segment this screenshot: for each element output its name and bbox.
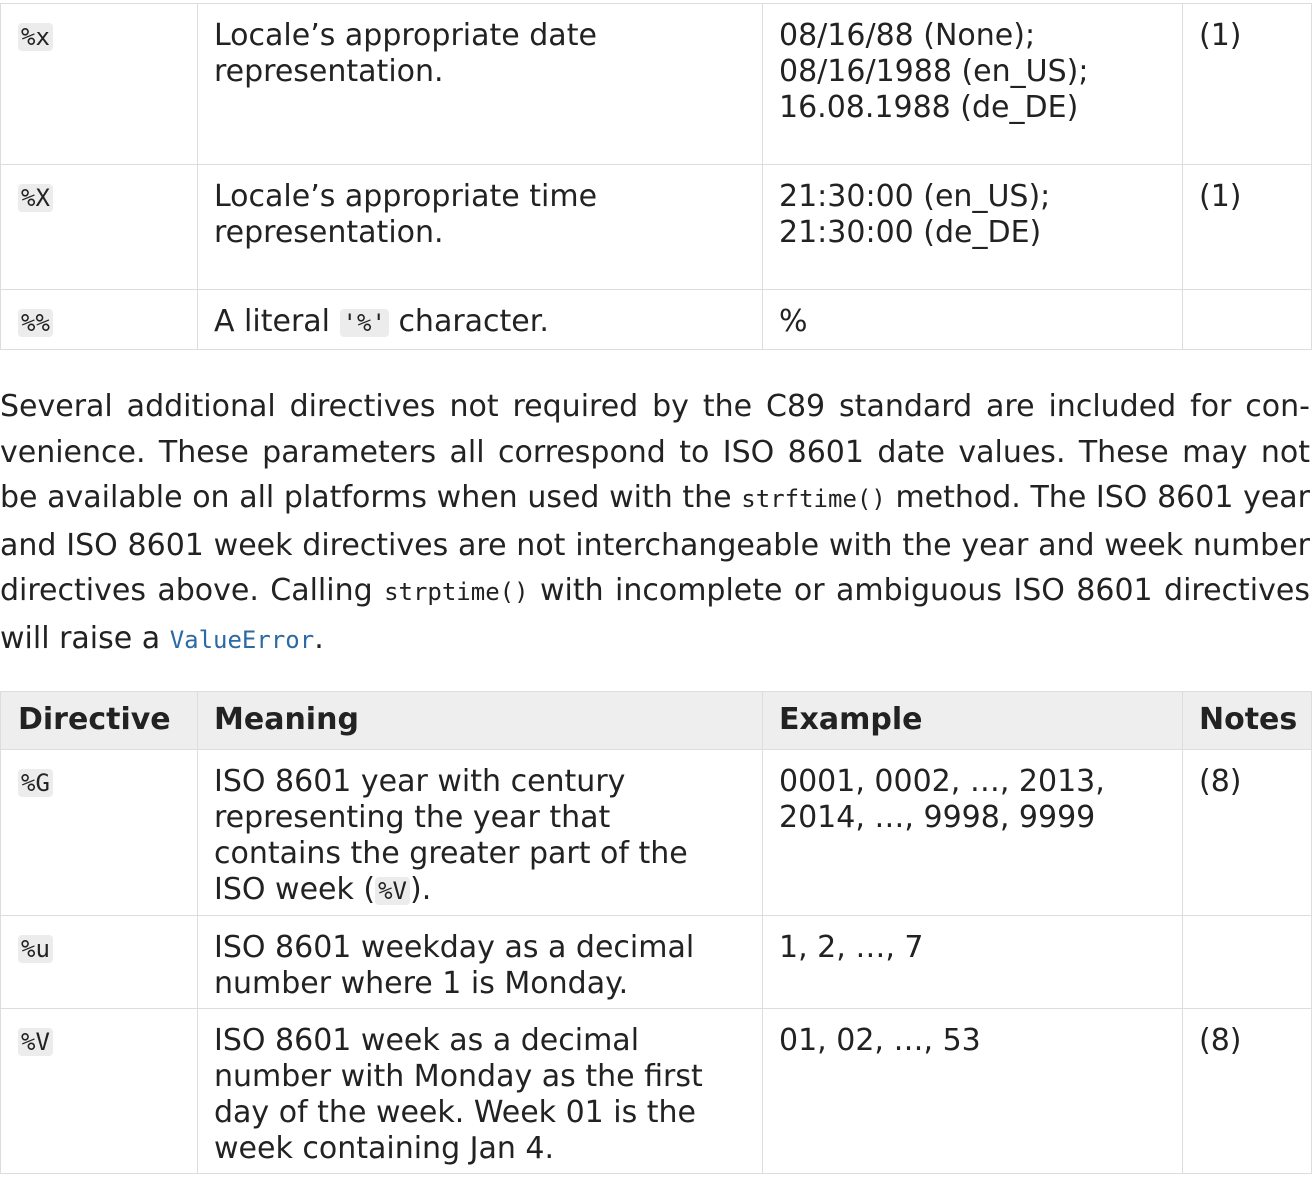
notes-text: (1) — [1199, 179, 1242, 214]
example-cell: 01, 02, …, 53 — [762, 1008, 1183, 1174]
notes-text: (8) — [1199, 1023, 1242, 1058]
directive-cell: %V — [0, 1008, 198, 1174]
example-line: 1, 2, …, 7 — [779, 930, 924, 965]
header-meaning: Meaning — [197, 691, 763, 750]
meaning-line: representation. — [214, 54, 444, 89]
meaning-cell: Locale’s appropriate date representation… — [197, 3, 763, 165]
directive-code: %V — [18, 1028, 53, 1056]
table-header-row: Directive Meaning Example Notes — [0, 691, 1312, 750]
meaning-line: number where 1 is Monday. — [214, 966, 629, 1001]
iso-directives-table: Directive Meaning Example Notes %G ISO 8… — [0, 691, 1312, 1174]
directive-cell: %x — [0, 3, 198, 165]
directive-code: %G — [18, 769, 53, 797]
notes-text: (1) — [1199, 18, 1242, 53]
directive-code: %% — [18, 309, 53, 337]
meaning-text: ). — [410, 872, 432, 907]
notes-cell: (8) — [1182, 749, 1312, 916]
directive-code: %u — [18, 935, 53, 963]
example-line: % — [779, 304, 808, 339]
table-row: %u ISO 8601 weekday as a decimal number … — [0, 915, 1312, 1009]
notes-cell: (1) — [1182, 164, 1312, 290]
table-row: %X Locale’s appropriate time representat… — [0, 164, 1312, 290]
valueerror-link[interactable]: ValueError — [170, 626, 315, 654]
example-cell: 1, 2, …, 7 — [762, 915, 1183, 1009]
meaning-line: Locale’s appropriate time — [214, 179, 598, 214]
example-line: 16.08.1988 (de_DE) — [779, 90, 1079, 125]
directive-cell: %X — [0, 164, 198, 290]
meaning-cell: Locale’s appropriate time representation… — [197, 164, 763, 290]
meaning-line: representation. — [214, 215, 444, 250]
table-row: %% A literal '%' character. % — [0, 289, 1312, 350]
week-code: %V — [375, 877, 411, 905]
strptime-code: strptime() — [384, 578, 529, 606]
notes-cell: (8) — [1182, 1008, 1312, 1174]
meaning-line: number with Monday as the first — [214, 1059, 703, 1094]
meaning-line: day of the week. Week 01 is the — [214, 1095, 697, 1130]
strftime-code: strftime() — [741, 485, 886, 513]
directive-cell: %G — [0, 749, 198, 916]
example-cell: % — [762, 289, 1183, 350]
example-cell: 21:30:00 (en_US); 21:30:00 (de_DE) — [762, 164, 1183, 290]
meaning-text: ISO week ( — [214, 872, 376, 907]
example-cell: 0001, 0002, …, 2013, 2014, …, 9998, 9999 — [762, 749, 1183, 916]
directive-code: %x — [18, 23, 53, 51]
header-directive: Directive — [0, 691, 198, 750]
meaning-line: ISO 8601 weekday as a decimal — [214, 930, 695, 965]
table-row: %x Locale’s appropriate date representat… — [0, 3, 1312, 165]
meaning-line: ISO week (%V). — [214, 872, 746, 909]
table-row: %G ISO 8601 year with century representi… — [0, 749, 1312, 916]
header-notes: Notes — [1182, 691, 1312, 750]
meaning-line: ISO 8601 week as a decimal — [214, 1023, 640, 1058]
meaning-text: character. — [388, 304, 549, 339]
notes-cell: (1) — [1182, 3, 1312, 165]
example-line: 08/16/88 (None); — [779, 18, 1036, 53]
page: %x Locale’s appropriate date representat… — [0, 0, 1312, 1178]
notes-cell — [1182, 289, 1312, 350]
example-line: 21:30:00 (de_DE) — [779, 215, 1042, 250]
example-line: 2014, …, 9998, 9999 — [779, 800, 1096, 835]
directive-cell: %u — [0, 915, 198, 1009]
example-line: 08/16/1988 (en_US); — [779, 54, 1089, 89]
notes-cell — [1182, 915, 1312, 1009]
meaning-text: A literal — [214, 304, 340, 339]
meaning-cell: ISO 8601 weekday as a decimal number whe… — [197, 915, 763, 1009]
directive-code: %X — [18, 184, 53, 212]
table-row: %V ISO 8601 week as a decimal number wit… — [0, 1008, 1312, 1174]
example-line: 21:30:00 (en_US); — [779, 179, 1051, 214]
paragraph-text: . — [314, 620, 324, 656]
meaning-line: contains the greater part of the — [214, 836, 688, 871]
literal-code: '%' — [339, 309, 389, 337]
example-cell: 08/16/88 (None); 08/16/1988 (en_US); 16.… — [762, 3, 1183, 165]
directive-cell: %% — [0, 289, 198, 350]
meaning-cell: ISO 8601 year with century representing … — [197, 749, 763, 916]
meaning-cell: A literal '%' character. — [197, 289, 763, 350]
notes-text: (8) — [1199, 764, 1242, 799]
meaning-line: representing the year that — [214, 800, 611, 835]
strftime-directives-table: %x Locale’s appropriate date representat… — [0, 3, 1312, 350]
iso-directives-paragraph: Several additional directives not requir… — [0, 384, 1310, 663]
meaning-line: week containing Jan 4. — [214, 1131, 555, 1166]
meaning-cell: ISO 8601 week as a decimal number with M… — [197, 1008, 763, 1174]
meaning-line: Locale’s appropriate date — [214, 18, 597, 53]
example-line: 0001, 0002, …, 2013, — [779, 764, 1105, 799]
header-example: Example — [762, 691, 1183, 750]
example-line: 01, 02, …, 53 — [779, 1023, 981, 1058]
meaning-line: ISO 8601 year with century — [214, 764, 626, 799]
